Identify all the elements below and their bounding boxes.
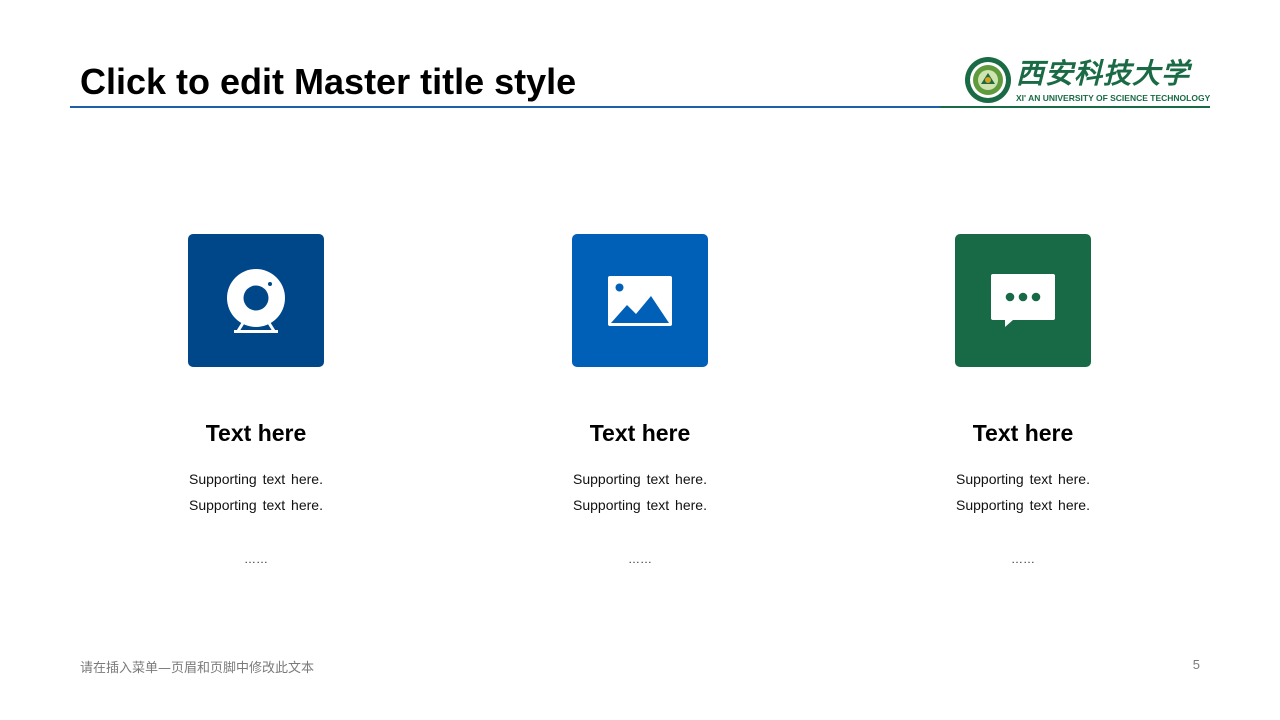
webcam-icon: [227, 269, 285, 333]
image-icon-tile[interactable]: [572, 234, 708, 367]
title-underline: [70, 106, 1210, 108]
university-logo: 西安科技大学 XI' AN UNIVERSITY OF SCIENCE TECH…: [964, 56, 1210, 106]
page-number: 5: [1192, 657, 1200, 672]
card-ellipsis: ……: [1011, 552, 1035, 566]
chat-icon-tile[interactable]: [955, 234, 1091, 367]
card-supporting-text[interactable]: Supporting text here.: [136, 497, 376, 513]
slide: Click to edit Master title style 西安科技大学 …: [0, 0, 1280, 720]
card-heading[interactable]: Text here: [903, 420, 1143, 447]
card-supporting-text[interactable]: Supporting text here.: [903, 471, 1143, 487]
university-seal-icon: [965, 57, 1011, 103]
card-heading[interactable]: Text here: [520, 420, 760, 447]
card-ellipsis: ……: [628, 552, 652, 566]
card-supporting-text[interactable]: Supporting text here.: [903, 497, 1143, 513]
card-supporting-text[interactable]: Supporting text here.: [520, 497, 760, 513]
slide-title[interactable]: Click to edit Master title style: [80, 60, 576, 104]
card-supporting-text[interactable]: Supporting text here.: [520, 471, 760, 487]
webcam-icon-tile[interactable]: [188, 234, 324, 367]
footer-text[interactable]: 请在插入菜单—页眉和页脚中修改此文本: [80, 657, 314, 676]
card-supporting-text[interactable]: Supporting text here.: [136, 471, 376, 487]
logo-english-name: XI' AN UNIVERSITY OF SCIENCE TECHNOLOGY: [1016, 93, 1211, 103]
logo-chinese-name: 西安科技大学: [1016, 57, 1191, 90]
chat-icon: [991, 274, 1055, 327]
card-ellipsis: ……: [244, 552, 268, 566]
image-icon: [608, 276, 672, 326]
card-heading[interactable]: Text here: [136, 420, 376, 447]
